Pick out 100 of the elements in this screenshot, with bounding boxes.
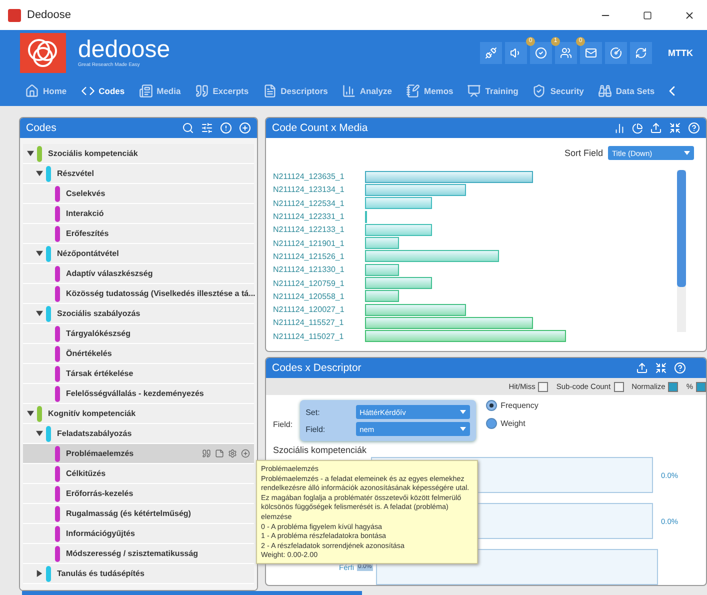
document-icon — [262, 84, 277, 98]
code-label: Rugalmasság (és kétértelműség) — [66, 509, 192, 518]
presenter-icon — [467, 84, 482, 98]
tree-row[interactable]: Interakció — [23, 204, 254, 224]
code-label: Tanulás és tudásépítés — [57, 569, 146, 578]
shield-icon — [532, 84, 546, 98]
tree-row[interactable]: Szociális szabályozás — [23, 304, 254, 324]
logo — [20, 32, 66, 72]
note-icon[interactable] — [215, 449, 224, 458]
help-icon[interactable] — [674, 362, 686, 374]
media-label: N211124_120558_1 — [273, 292, 346, 301]
checkbox[interactable] — [614, 382, 624, 392]
tree-row[interactable]: Felelősségvállalás - kezdeményezés — [23, 384, 254, 404]
tree-row[interactable]: Célkitűzés — [23, 464, 254, 484]
code-label: Önértékelés — [66, 349, 113, 358]
collapse-arrow-icon[interactable] — [36, 250, 43, 257]
tree-row[interactable]: Információgyűjtés — [23, 524, 254, 544]
group-title: Szociális kompetenciák — [272, 444, 368, 455]
set-label: Set: — [306, 408, 321, 416]
panel-title: Code Count x Media — [272, 122, 369, 134]
panel-title: Codes — [26, 122, 58, 134]
checkbox[interactable] — [538, 382, 548, 392]
tree-row[interactable]: Problémaelemzés — [23, 444, 254, 464]
code-label: Felelősségvállalás - kezdeményezés — [66, 389, 205, 398]
tree-row[interactable]: Tárgyalókészség — [23, 324, 254, 344]
checkbox[interactable] — [668, 382, 678, 392]
code-label: Részvétel — [57, 169, 95, 178]
radio-button[interactable] — [486, 400, 497, 411]
chart-icon — [342, 84, 356, 98]
media-label: N211124_123635_1 — [273, 172, 346, 182]
help-icon[interactable] — [688, 122, 700, 134]
filter-icon[interactable] — [201, 122, 213, 134]
refresh-icon — [635, 46, 647, 58]
bar-chart-icon[interactable] — [614, 122, 625, 134]
quote-icon — [194, 84, 209, 98]
code-label: Cselekvés — [66, 189, 106, 198]
search-icon[interactable] — [182, 122, 194, 134]
tree-row[interactable]: Kognitív kompetenciák — [23, 404, 254, 424]
collapse-arrow-icon[interactable] — [36, 430, 43, 437]
binoculars-icon — [598, 84, 612, 98]
tree-row[interactable]: Feladatszabályozás — [23, 424, 254, 444]
header-button[interactable] — [505, 42, 527, 64]
tree-row[interactable]: Erőforrás-kezelés — [23, 484, 254, 504]
field-label: Field: — [306, 424, 326, 434]
expand-icon[interactable] — [669, 122, 681, 134]
settings-icon[interactable] — [228, 449, 237, 458]
collapse-arrow-icon[interactable] — [36, 310, 43, 317]
header-button[interactable] — [555, 42, 577, 64]
tree-row[interactable]: Módszeresség / szisztematikusság — [23, 544, 254, 564]
collapse-arrow-icon[interactable] — [27, 410, 34, 417]
radio-label: Weight — [500, 419, 526, 428]
header-button[interactable] — [630, 42, 652, 64]
maximize-icon[interactable] — [642, 10, 652, 20]
checkbox[interactable] — [696, 382, 706, 392]
code-label: Erőfeszítés — [66, 229, 110, 238]
gauge-icon — [610, 46, 622, 58]
quote-icon[interactable] — [202, 449, 211, 458]
code-label: Szociális szabályozás — [57, 309, 142, 318]
media-label: N211124_115527_1 — [273, 318, 345, 328]
pie-chart-icon[interactable] — [632, 122, 643, 134]
header-button[interactable] — [580, 42, 602, 64]
radio-button[interactable] — [486, 418, 497, 429]
tree-row[interactable]: Részvétel — [23, 164, 254, 184]
code-label: Erőforrás-kezelés — [66, 489, 134, 498]
alert-icon[interactable] — [220, 122, 232, 134]
brand-name: dedoose — [78, 38, 172, 62]
media-label: N211124_120027_1 — [273, 305, 346, 314]
header-button[interactable] — [605, 42, 627, 64]
collapse-arrow-icon[interactable] — [27, 150, 34, 157]
media-label: N211124_122331_1 — [273, 212, 346, 222]
collapse-arrow-icon[interactable] — [36, 170, 43, 177]
add-icon[interactable] — [241, 449, 250, 458]
window-title: Dedoose — [27, 9, 72, 21]
nav-tab[interactable]: Codes — [76, 84, 130, 98]
tree-row[interactable]: Szociális kompetenciák — [23, 144, 254, 164]
scrollbar[interactable] — [677, 170, 686, 332]
media-label: N211124_121526_1 — [273, 252, 346, 261]
tree-row[interactable]: Tanulás és tudásépítés — [23, 564, 254, 584]
tree-row[interactable]: Cselekvés — [23, 184, 254, 204]
expand-arrow-icon[interactable] — [36, 570, 43, 577]
tree-row[interactable]: Nézőpontátvétel — [23, 244, 254, 264]
header-button[interactable] — [530, 42, 552, 64]
check-circle-icon — [535, 46, 547, 58]
code-label: Interakció — [66, 209, 105, 218]
user-name[interactable]: MTTK — [668, 48, 693, 58]
tree-row[interactable]: Rugalmasság (és kétértelműség) — [23, 504, 254, 524]
export-icon[interactable] — [650, 122, 662, 134]
tree-row[interactable]: Közösség tudatosság (Viselkedés illesztése a tá... — [23, 284, 254, 304]
tree-row[interactable]: Erőfeszítés — [23, 224, 254, 244]
export-icon[interactable] — [636, 362, 648, 374]
expand-icon[interactable] — [655, 362, 667, 374]
header-button[interactable] — [480, 42, 502, 64]
tree-row[interactable]: Adaptív válaszkészség — [23, 264, 254, 284]
panel-title: Codes x Descriptor — [272, 362, 362, 374]
media-icon — [138, 84, 153, 98]
code-label: Adaptív válaszkészség — [66, 269, 154, 278]
tree-row[interactable]: Önértékelés — [23, 344, 254, 364]
tree-row[interactable]: Társak értékelése — [23, 364, 254, 384]
close-icon[interactable] — [684, 10, 694, 20]
app-icon — [8, 8, 21, 22]
